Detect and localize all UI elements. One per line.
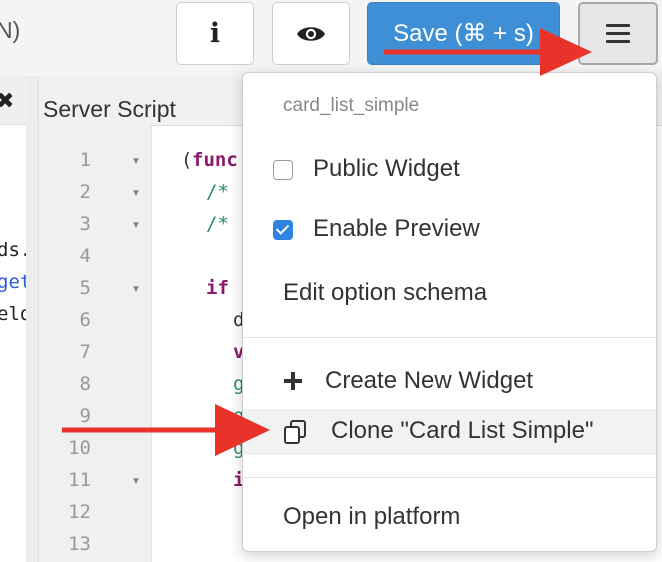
line-number: 5	[79, 277, 91, 299]
fold-toggle-icon[interactable]: ▼	[131, 156, 141, 167]
fold-toggle-icon[interactable]: ▼	[131, 284, 141, 295]
line-number: 7	[79, 341, 91, 363]
hamburger-line	[606, 40, 630, 43]
edit-option-schema-label: Edit option schema	[283, 279, 488, 306]
open-in-platform-item[interactable]: Open in platform	[243, 501, 656, 537]
left-panel-header: ✖	[0, 76, 26, 125]
clone-widget-item[interactable]: Clone "Card List Simple"	[243, 409, 656, 455]
line-number: 12	[68, 501, 91, 523]
enable-preview-label: Enable Preview	[313, 215, 480, 242]
line-number: 6	[79, 309, 91, 331]
line-number: 1	[79, 149, 91, 171]
enable-preview-option[interactable]: Enable Preview	[243, 213, 656, 249]
annotation-arrow-icon	[384, 28, 592, 76]
code-token: (	[181, 149, 193, 171]
menu-header: card_list_simple	[283, 95, 420, 116]
line-number: 11	[68, 469, 91, 491]
line-number: 2	[79, 181, 91, 203]
line-number: 8	[79, 373, 91, 395]
fold-toggle-icon[interactable]: ▼	[131, 220, 141, 231]
public-widget-option[interactable]: Public Widget	[243, 153, 656, 189]
info-button[interactable]: i	[176, 2, 254, 65]
code-token: if	[206, 277, 229, 299]
fold-toggle-icon[interactable]: ▼	[131, 476, 141, 487]
info-icon: i	[209, 18, 221, 49]
open-in-platform-label: Open in platform	[283, 503, 461, 530]
public-widget-checkbox[interactable]	[273, 160, 293, 180]
plus-icon	[284, 372, 302, 390]
hamburger-line	[606, 32, 630, 35]
create-new-widget-label: Create New Widget	[325, 367, 534, 394]
line-number: 3	[79, 213, 91, 235]
line-number: 13	[68, 533, 91, 555]
eye-icon	[297, 26, 325, 41]
public-widget-label: Public Widget	[313, 155, 460, 182]
hamburger-line	[606, 24, 630, 27]
left-editor-panel: ✖ ds. get elo	[0, 76, 31, 562]
clone-widget-label: Clone "Card List Simple"	[331, 417, 594, 444]
preview-button[interactable]	[272, 2, 350, 65]
clone-icon	[284, 420, 306, 444]
fold-toggle-icon[interactable]: ▼	[131, 188, 141, 199]
annotation-arrow-icon	[62, 404, 270, 456]
server-script-title: Server Script	[43, 96, 176, 122]
enable-preview-checkbox[interactable]	[273, 220, 293, 240]
code-token: /*	[206, 213, 229, 235]
edit-option-schema-item[interactable]: Edit option schema	[243, 277, 656, 313]
widget-options-menu: card_list_simple Public Widget Enable Pr…	[242, 72, 657, 552]
code-token: /*	[206, 181, 229, 203]
create-new-widget-item[interactable]: Create New Widget	[243, 363, 656, 403]
toolbar-partial-text: N)	[0, 17, 21, 43]
menu-divider	[243, 477, 656, 478]
code-token: func	[192, 149, 238, 171]
menu-divider	[243, 337, 656, 338]
line-number: 4	[79, 245, 91, 267]
panel-splitter[interactable]	[26, 76, 38, 562]
close-icon[interactable]: ✖	[0, 88, 14, 114]
